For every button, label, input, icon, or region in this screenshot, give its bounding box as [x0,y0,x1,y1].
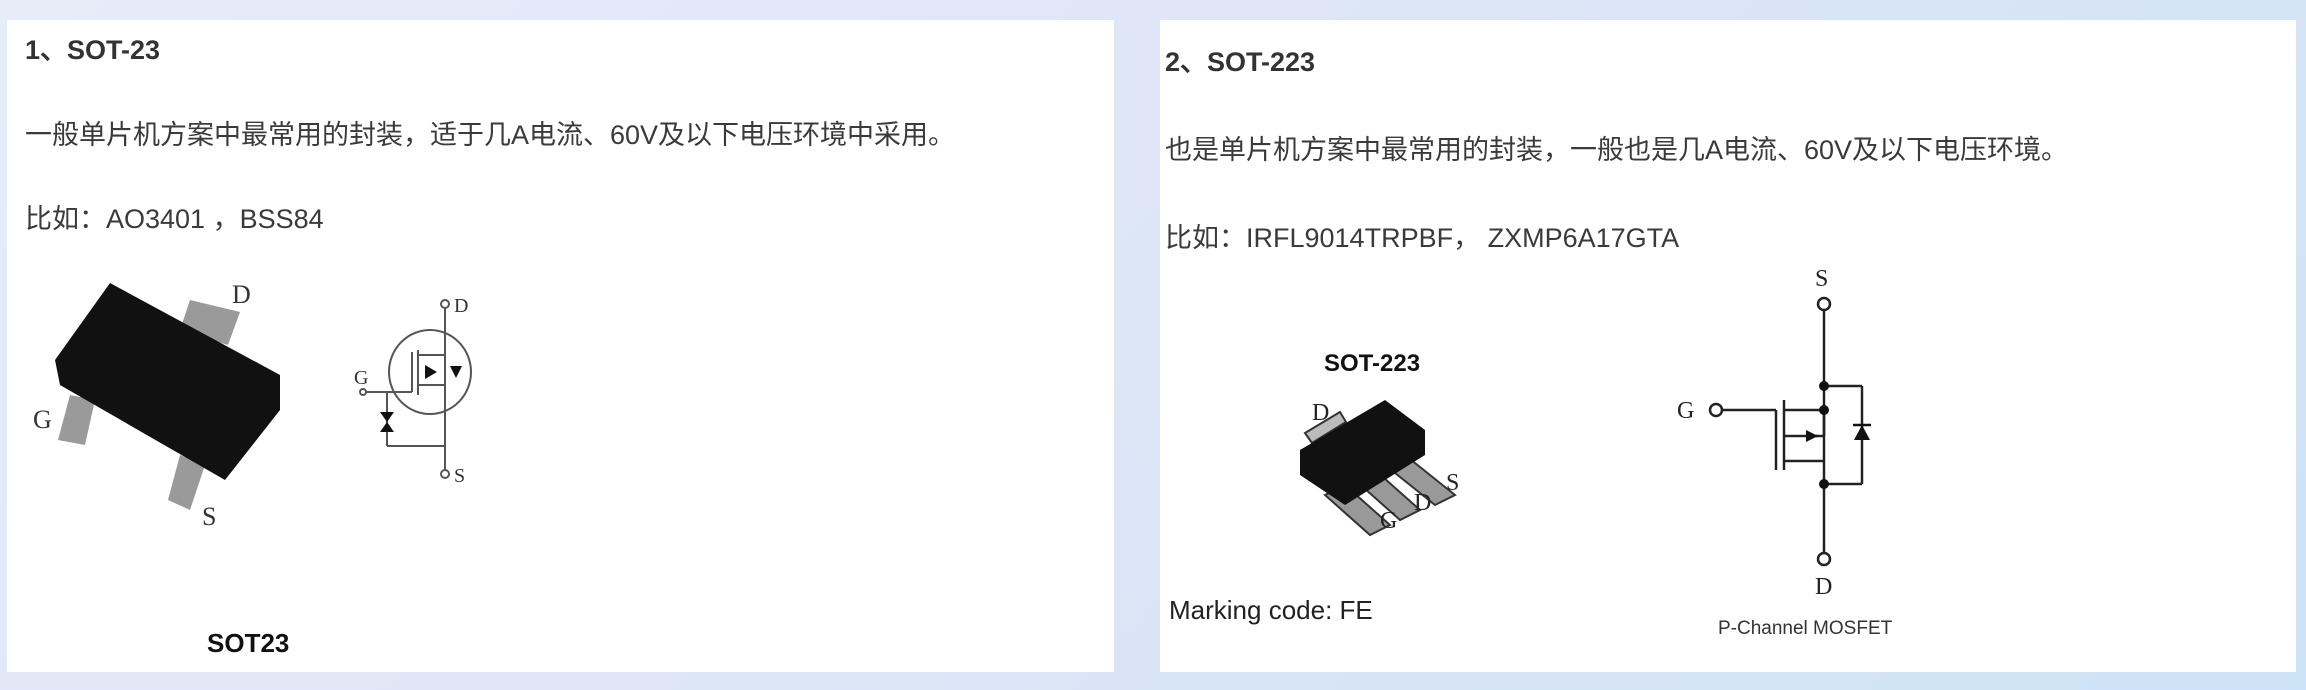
schematic-caption: P-Channel MOSFET [1718,618,1893,639]
schem-g-label: G [1677,398,1694,424]
schem-d-label: D [1815,574,1832,600]
schem-s-label: S [1815,266,1828,292]
sot223-schematic: S G D [1677,266,1871,600]
package-label: SOT23 [207,628,290,658]
